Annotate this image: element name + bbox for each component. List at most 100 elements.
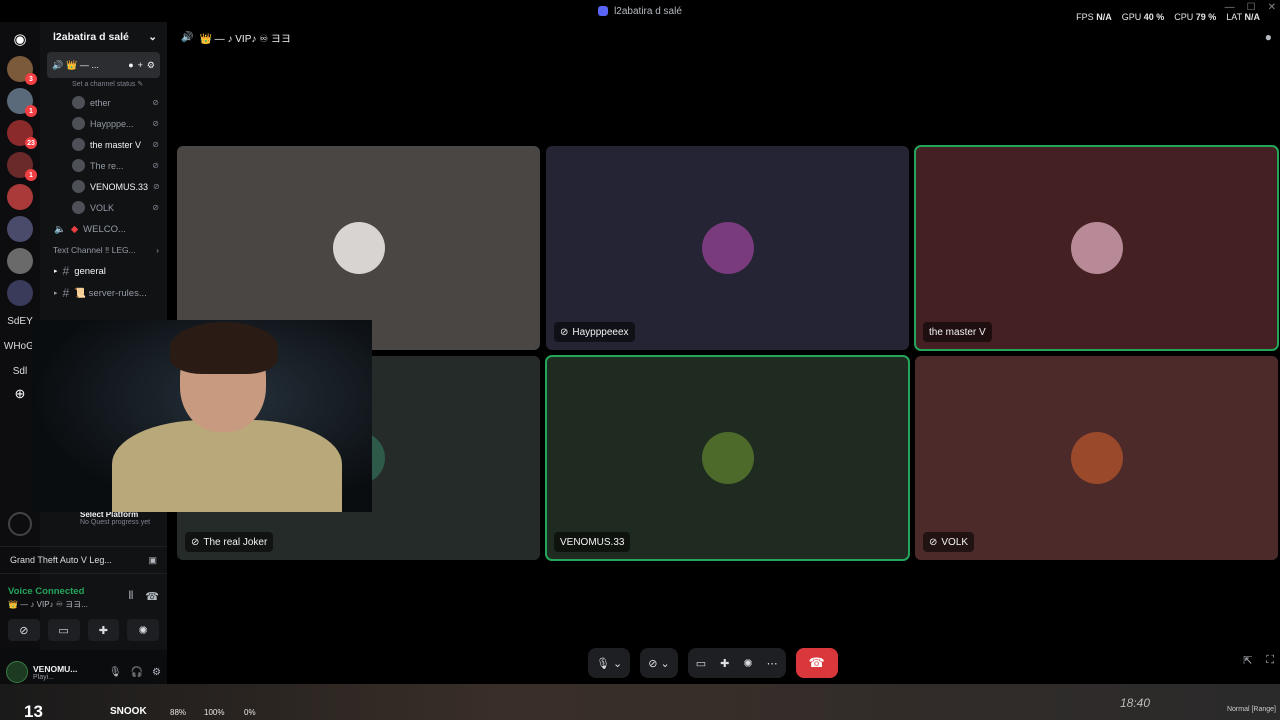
popout-icon[interactable]: ⇱ [1243,654,1252,667]
avatar [701,432,754,484]
maximize-icon[interactable]: ☐ [1247,2,1256,13]
welcome-channel-name: WELCO... [83,223,126,235]
soundboard-icon[interactable]: ✺ [743,657,752,670]
activity-row[interactable]: Grand Theft Auto V Leg... ▣ [0,546,167,574]
screen-share-button[interactable]: ▭ [47,619,80,641]
server-icon[interactable] [7,248,33,274]
voice-channel-name: 👑 — ... [66,59,99,70]
server-icon[interactable]: 1 [7,88,37,117]
speaker-icon: 🔊 [181,32,194,43]
server-icon[interactable] [7,280,33,306]
headphones-icon[interactable]: 🎧 [131,667,143,678]
voice-panel-icons: ⦀ ☎ [128,590,159,603]
camera-button[interactable]: ⊘ ⌄ [640,648,678,678]
server-list: 3 1 23 1 [7,56,37,306]
channel-name: 📜 server-rules... [74,287,147,299]
microphone-icon: 🎙 [596,657,610,670]
chat-bubble-icon[interactable]: ● [1265,30,1272,44]
server-icon[interactable] [7,216,33,242]
gamepad-icon[interactable]: ✚ [720,657,729,670]
participant-tile[interactable]: VENOMUS.33 [545,355,910,561]
chevron-down-icon: ⌄ [148,31,157,43]
participant-tile[interactable]: the master V [914,145,1279,351]
server-icon[interactable]: 1 [7,152,37,181]
voice-member[interactable]: VENOMUS.33 ⊘ [40,176,167,197]
user-name: VENOMU... [33,663,78,674]
discord-home-icon[interactable]: ◉ [7,28,33,50]
member-name: ether [90,97,111,108]
camera-off-icon: ⊘ [648,657,658,670]
unread-badge: 1 [25,105,37,117]
webcam-overlay [32,320,372,512]
hash-icon: # [62,286,70,300]
avatar[interactable] [6,661,28,683]
close-icon[interactable]: ✕ [1268,2,1276,13]
participant-name: Haypppeeex [572,326,629,338]
voice-channel-actions: ● + ⚙ [128,60,155,71]
fps-stat: FPS N/A [1076,12,1112,22]
server-name: l2abatira d salé [53,31,129,43]
voice-member[interactable]: The re... ⊘ [40,155,167,176]
channel-item[interactable]: ▸ # 📜 server-rules... [40,282,167,304]
soundwave-icon[interactable]: ⦀ [128,590,133,603]
participant-tile[interactable]: ⊘ Haypppeeex [546,146,909,350]
participant-name-tag: ⊘ Haypppeeex [554,322,635,342]
more-icon[interactable]: ⋯ [767,657,778,670]
participant-tile[interactable]: ⊘ VOLK [915,356,1278,560]
app-window: l2abatira d salé FPS N/A GPU 40 % CPU 79… [0,0,1280,720]
category-row[interactable]: Text Channel ‼ LEG... › [40,240,167,260]
server-icon[interactable]: 3 [7,56,37,85]
voice-member-list: ether ⊘ Haypppe... ⊘ the master V ⊘ The re... ⊘… [40,92,167,218]
screen-share-icon[interactable]: ▭ [696,657,706,670]
performance-overlay: FPS N/A GPU 40 % CPU 79 % LAT N/A [1076,12,1260,22]
add-member-icon[interactable]: + [138,60,143,71]
muted-icon: ⊘ [152,98,159,107]
server-header[interactable]: l2abatira d salé ⌄ [40,22,167,52]
voice-member[interactable]: the master V ⊘ [40,134,167,155]
activity-button[interactable]: ✚ [87,619,120,641]
voice-panel-buttons: ⊘ ▭ ✚ ✺ [8,619,159,641]
soundboard-button[interactable]: ✺ [127,619,159,641]
avatar [72,117,85,130]
participant-name-tag: ⊘ The real Joker [185,532,274,552]
voice-member[interactable]: VOLK ⊘ [40,197,167,218]
disconnect-button[interactable]: ☎ [795,648,838,678]
voice-member[interactable]: Haypppe... ⊘ [40,113,167,134]
user-status: Playi... [33,673,55,681]
participant-name-tag: the master V [923,322,992,342]
muted-icon: ⊘ [152,161,159,170]
channel-item[interactable]: ▸ # general [40,260,167,282]
call-actions-group: ▭ ✚ ✺ ⋯ [687,648,786,678]
minimize-icon[interactable]: — [1225,2,1235,13]
server-icon[interactable]: 23 [7,120,37,149]
disconnect-icon[interactable]: ☎ [145,590,159,603]
unread-badge: 1 [25,169,37,181]
welcome-channel-row[interactable]: 🔈 ◆ WELCO... [40,218,167,240]
gear-icon[interactable]: ⚙ [147,60,155,71]
voice-channel-row[interactable]: 🔊 👑 — ... ● + ⚙ [47,52,160,78]
cpu-stat: CPU 79 % [1174,12,1217,22]
add-server-icon[interactable]: ⊕ [7,383,33,405]
server-icon[interactable] [7,184,33,210]
muted-icon: ⊘ [152,140,159,149]
microphone-icon[interactable]: 🎙 [109,667,122,678]
mute-button[interactable]: 🎙 ⌄ [588,648,631,678]
camera-off-button[interactable]: ⊘ [8,619,40,641]
chevron-down-icon[interactable]: ⌄ [661,657,670,670]
hud-stat-2: 100% [204,708,225,717]
chevron-down-icon[interactable]: ⌄ [613,657,622,670]
activity-name: Grand Theft Auto V Leg... [10,555,112,565]
view-controls: ⇱ ⛶ [1243,654,1274,667]
muted-icon: ⊘ [191,536,200,548]
game-hud-bar: 13 SNOOK 88% 100% 0% 18:40 Normal [Range… [0,684,1280,720]
window-title: l2abatira d salé [614,5,682,17]
participant-name: the master V [929,326,986,338]
gear-icon[interactable]: ⚙ [152,667,161,678]
voice-member[interactable]: ether ⊘ [40,92,167,113]
fullscreen-icon[interactable]: ⛶ [1266,654,1274,667]
channel-status[interactable]: Set a channel status ✎ [40,78,167,92]
participant-name: VOLK [941,536,969,548]
bullet-icon: ▸ [54,290,58,297]
chat-icon[interactable]: ● [128,60,133,71]
user-info[interactable]: VENOMU... Playi... [33,664,77,681]
